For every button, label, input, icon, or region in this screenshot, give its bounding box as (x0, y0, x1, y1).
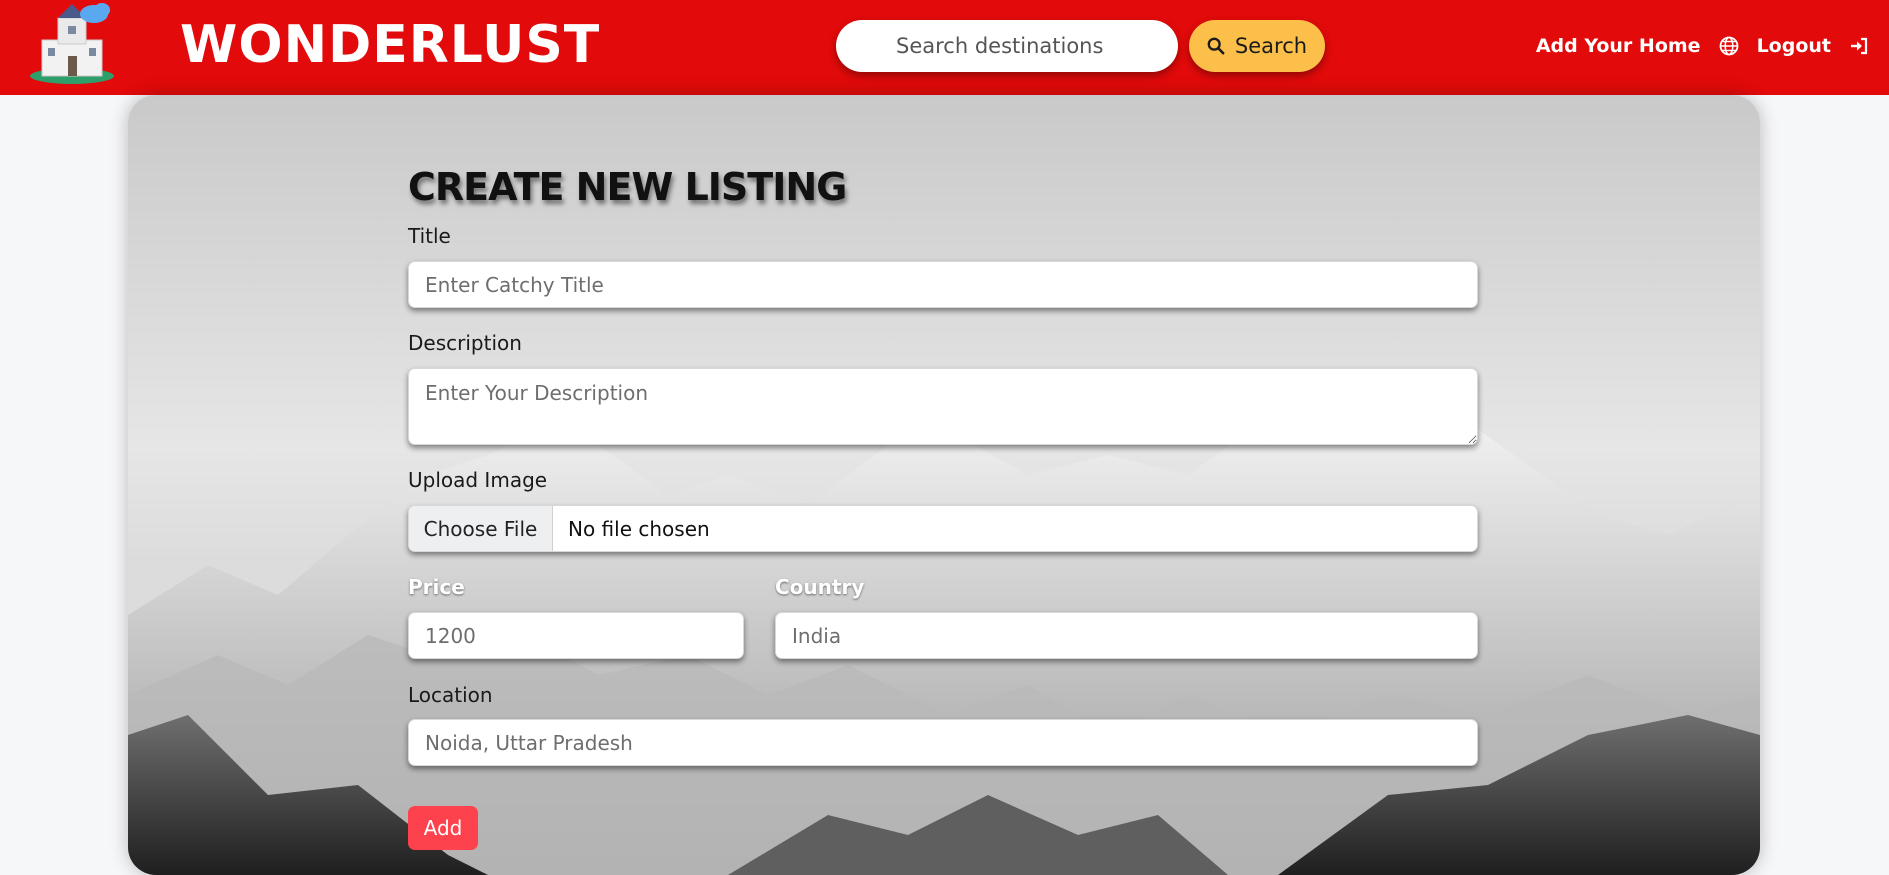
brand-logo[interactable]: WONDERLUST (180, 14, 600, 76)
add-listing-button[interactable]: Add (408, 806, 478, 850)
listing-panel: CREATE NEW LISTING Title Description Upl… (128, 95, 1760, 875)
location-label: Location (408, 683, 493, 707)
search-button-label: Search (1234, 34, 1308, 58)
country-input[interactable] (775, 612, 1478, 659)
price-input[interactable] (408, 612, 744, 659)
add-your-home-link[interactable]: Add Your Home (1536, 35, 1701, 57)
country-label: Country (775, 575, 865, 599)
location-input[interactable] (408, 719, 1478, 766)
search-form: Search (836, 19, 1326, 73)
globe-icon[interactable] (1719, 36, 1739, 56)
logout-icon[interactable] (1849, 36, 1869, 56)
choose-file-button[interactable]: Choose File (409, 506, 553, 551)
search-input[interactable] (836, 20, 1178, 72)
page-title: CREATE NEW LISTING (408, 165, 847, 209)
description-textarea[interactable] (408, 368, 1478, 445)
file-status-text: No file chosen (568, 516, 710, 541)
price-label: Price (408, 575, 465, 599)
castle-logo-icon[interactable] (28, 0, 116, 88)
nav-links: Add Your Home Logout (1536, 30, 1869, 62)
description-label: Description (408, 331, 522, 355)
title-input[interactable] (408, 261, 1478, 308)
navbar: WONDERLUST Search Add Your Home Logout (0, 0, 1889, 95)
logout-link[interactable]: Logout (1757, 35, 1831, 57)
search-button[interactable]: Search (1189, 20, 1325, 72)
upload-image-label: Upload Image (408, 468, 548, 492)
image-file-input[interactable]: Choose File No file chosen (408, 505, 1478, 552)
title-label: Title (408, 224, 451, 248)
search-icon (1207, 37, 1225, 55)
